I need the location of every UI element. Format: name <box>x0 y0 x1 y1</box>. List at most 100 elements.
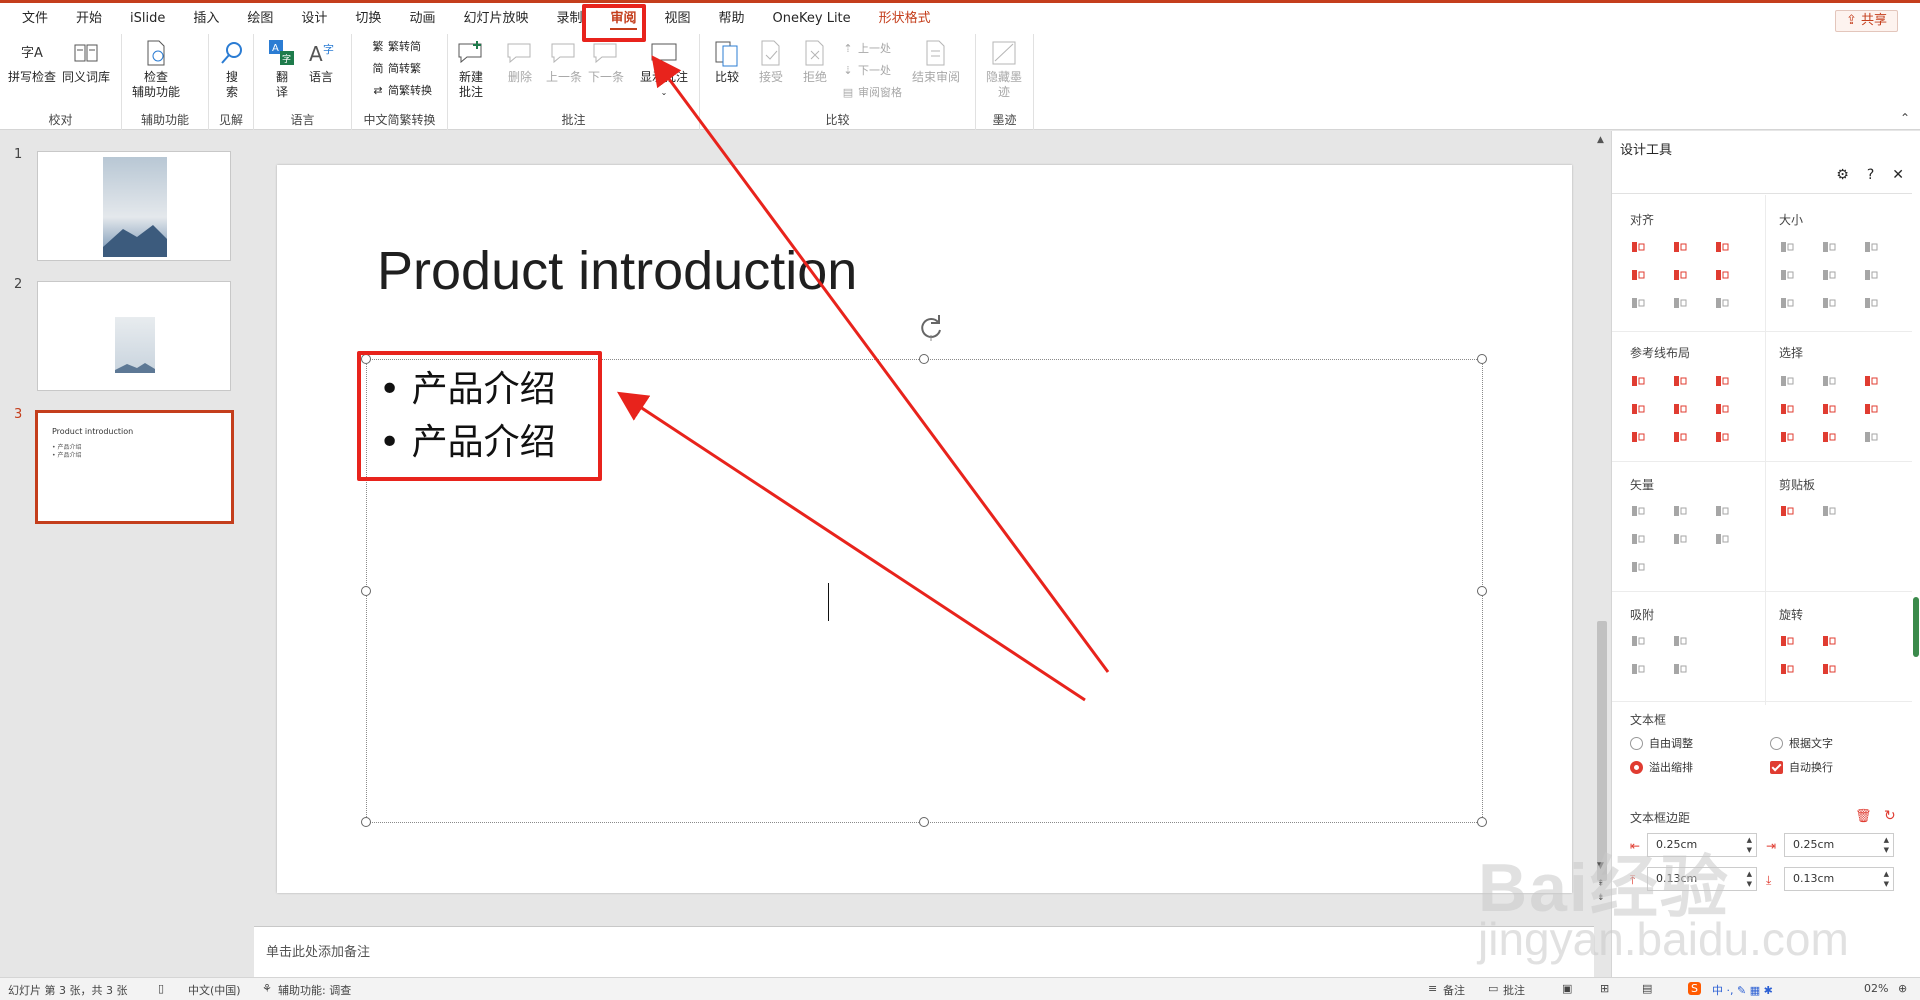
normal-view-icon[interactable]: ▣ <box>1562 982 1572 995</box>
select-tool-icon[interactable] <box>1863 429 1879 445</box>
menu-file[interactable]: 文件 <box>8 3 62 34</box>
margin-right-input[interactable]: 0.25cm ▲ ▼ <box>1784 833 1894 857</box>
vector-tool-icon[interactable] <box>1714 503 1730 519</box>
slide-title[interactable]: Product introduction <box>377 240 857 302</box>
trad-to-simp-button[interactable]: 繁繁转简 <box>371 38 422 54</box>
end-review-button[interactable]: 结束审阅 <box>912 38 960 85</box>
align-tool-icon[interactable] <box>1672 267 1688 283</box>
align-tool-icon[interactable] <box>1672 295 1688 311</box>
reset-icon[interactable]: ↻ <box>1884 808 1896 824</box>
language-button[interactable]: A字 语言 <box>306 38 336 85</box>
pane-scrollbar-thumb[interactable] <box>1913 597 1919 657</box>
translate-button[interactable]: A字 翻 译 <box>267 38 297 100</box>
reading-view-icon[interactable]: ▤ <box>1642 982 1652 995</box>
accessibility-status[interactable]: 辅助功能: 调查 <box>278 982 351 998</box>
slide-thumbnail-2[interactable] <box>37 281 231 391</box>
menu-help[interactable]: 帮助 <box>705 3 759 34</box>
slide-canvas[interactable]: Product introduction • 产品介绍 • 产品介绍 <box>277 165 1572 893</box>
select-tool-icon[interactable] <box>1779 401 1795 417</box>
vector-tool-icon[interactable] <box>1630 503 1646 519</box>
spin-arrows-icon[interactable]: ▲ ▼ <box>1747 835 1752 855</box>
prev-comment-button[interactable]: 上一条 <box>546 38 582 85</box>
share-button[interactable]: ⇪ 共享 <box>1834 10 1898 32</box>
align-tool-icon[interactable] <box>1714 295 1730 311</box>
guide-tool-icon[interactable] <box>1714 373 1730 389</box>
guide-tool-icon[interactable] <box>1630 373 1646 389</box>
zoom-level[interactable]: 02% <box>1864 982 1888 995</box>
snap-tool-icon[interactable] <box>1672 661 1688 677</box>
menu-home[interactable]: 开始 <box>62 3 116 34</box>
resize-handle[interactable] <box>361 817 371 827</box>
prev-change-button[interactable]: ⇡ 上一处 <box>841 40 891 56</box>
guide-tool-icon[interactable] <box>1672 401 1688 417</box>
select-tool-icon[interactable] <box>1821 373 1837 389</box>
menu-transitions[interactable]: 切换 <box>341 3 395 34</box>
size-tool-icon[interactable] <box>1821 239 1837 255</box>
notes-placeholder[interactable]: 单击此处添加备注 <box>266 941 370 960</box>
menu-design[interactable]: 设计 <box>287 3 341 34</box>
resize-handle[interactable] <box>919 354 929 364</box>
conversion-button[interactable]: ⇄ 简繁转换 <box>371 82 432 98</box>
size-tool-icon[interactable] <box>1863 267 1879 283</box>
guide-tool-icon[interactable] <box>1714 401 1730 417</box>
menu-draw[interactable]: 绘图 <box>233 3 287 34</box>
resize-handle[interactable] <box>919 817 929 827</box>
spellcheck-status-icon[interactable]: ▯ <box>158 982 164 995</box>
resize-handle[interactable] <box>1477 586 1487 596</box>
ribbon-collapse-icon[interactable]: ⌃ <box>1900 111 1910 125</box>
sorter-view-icon[interactable]: ⊞ <box>1600 982 1609 995</box>
fit-slide-icon[interactable]: ⊕ <box>1898 982 1907 995</box>
option-free-adjust[interactable]: 自由调整 <box>1630 735 1693 751</box>
next-change-button[interactable]: ⇣ 下一处 <box>841 62 891 78</box>
delete-comment-button[interactable]: 删除 <box>505 38 535 85</box>
settings-icon[interactable]: ⚙ <box>1836 167 1849 183</box>
vector-tool-icon[interactable] <box>1714 531 1730 547</box>
select-tool-icon[interactable] <box>1863 401 1879 417</box>
scroll-up-icon[interactable]: ▲ <box>1597 135 1604 145</box>
slide-scrollbar[interactable]: ▲ ▼ ⇞ ⇟ <box>1594 131 1610 906</box>
select-tool-icon[interactable] <box>1863 373 1879 389</box>
next-comment-button[interactable]: 下一条 <box>588 38 624 85</box>
thesaurus-button[interactable]: 同义词库 <box>62 38 110 85</box>
size-tool-icon[interactable] <box>1779 295 1795 311</box>
ime-toolbar-icon[interactable]: 中 ·, ✎ ▦ ✱ <box>1712 982 1773 998</box>
slide-thumbnail-3[interactable]: Product introduction • 产品介绍 • 产品介绍 <box>35 410 234 524</box>
align-tool-icon[interactable] <box>1630 239 1646 255</box>
rotate-tool-icon[interactable] <box>1821 661 1837 677</box>
resize-handle[interactable] <box>1477 817 1487 827</box>
size-tool-icon[interactable] <box>1779 267 1795 283</box>
clipboard-tool-icon[interactable] <box>1821 503 1837 519</box>
vector-tool-icon[interactable] <box>1630 531 1646 547</box>
guide-tool-icon[interactable] <box>1714 429 1730 445</box>
slide-thumbnail-1[interactable] <box>37 151 231 261</box>
menu-shape-format[interactable]: 形状格式 <box>865 3 945 34</box>
vector-tool-icon[interactable] <box>1630 559 1646 575</box>
radio-overflow-shrink[interactable] <box>1630 760 1643 774</box>
vector-tool-icon[interactable] <box>1672 503 1688 519</box>
notes-toggle[interactable]: 备注 <box>1443 982 1465 998</box>
align-tool-icon[interactable] <box>1714 267 1730 283</box>
comments-toggle[interactable]: 批注 <box>1503 982 1525 998</box>
spin-arrows-icon[interactable]: ▲ ▼ <box>1747 869 1752 889</box>
option-auto-wrap[interactable]: 自动换行 <box>1770 759 1833 775</box>
select-tool-icon[interactable] <box>1821 429 1837 445</box>
close-icon[interactable]: ✕ <box>1892 167 1904 183</box>
language-status[interactable]: 中文(中国) <box>188 982 241 998</box>
review-pane-button[interactable]: ▤ 审阅窗格 <box>841 84 902 100</box>
guide-tool-icon[interactable] <box>1672 373 1688 389</box>
snap-tool-icon[interactable] <box>1630 633 1646 649</box>
size-tool-icon[interactable] <box>1863 239 1879 255</box>
select-tool-icon[interactable] <box>1779 429 1795 445</box>
option-fit-text[interactable]: 根据文字 <box>1770 735 1833 751</box>
menu-slideshow[interactable]: 幻灯片放映 <box>449 3 542 34</box>
vector-tool-icon[interactable] <box>1672 531 1688 547</box>
menu-insert[interactable]: 插入 <box>179 3 233 34</box>
guide-tool-icon[interactable] <box>1672 429 1688 445</box>
rotate-tool-icon[interactable] <box>1821 633 1837 649</box>
select-tool-icon[interactable] <box>1779 373 1795 389</box>
menu-view[interactable]: 视图 <box>651 3 705 34</box>
resize-handle[interactable] <box>361 586 371 596</box>
margin-bottom-input[interactable]: 0.13cm ▲ ▼ <box>1784 867 1894 891</box>
menu-onekey[interactable]: OneKey Lite <box>759 3 865 34</box>
accept-button[interactable]: 接受 <box>756 38 786 85</box>
